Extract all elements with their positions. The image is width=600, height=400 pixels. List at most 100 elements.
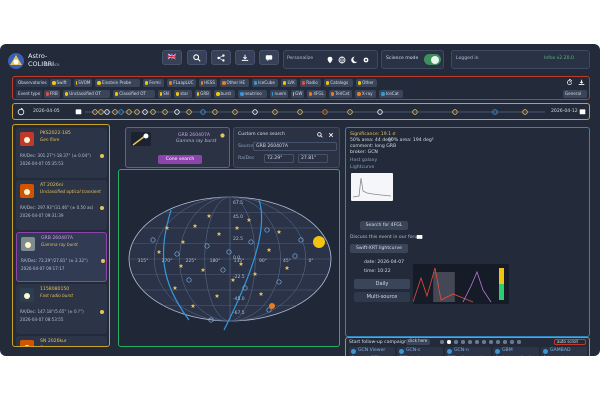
- sky-map-canvas[interactable]: 315° 270° 225° 180° 135° 90° 45° 0°67.545.022.5…: [119, 170, 341, 348]
- pager-dot[interactable]: [454, 340, 458, 344]
- pager-dot[interactable]: [510, 340, 514, 344]
- close-icon[interactable]: [328, 132, 334, 138]
- general-button[interactable]: General: [563, 90, 587, 98]
- event-type-chip[interactable]: TeVCat: [328, 90, 353, 98]
- observatory-chip[interactable]: SVOM: [74, 79, 93, 87]
- app-logo[interactable]: Astro-COLIBRI Science: [6, 49, 66, 73]
- event-type-chip[interactable]: 4FGL: [307, 90, 326, 98]
- science-mode-toggle[interactable]: [424, 54, 441, 65]
- calendar-start-icon[interactable]: [75, 108, 82, 115]
- timeline-end-date[interactable]: 2026-04-12: [551, 109, 578, 115]
- error-90-text: 90% area: 194 deg²: [388, 138, 434, 143]
- campaign-card[interactable]: GBMAnalysis results ofFermi-GBM: [493, 347, 539, 356]
- timeline-track[interactable]: [85, 105, 545, 119]
- event-card[interactable]: 1158080150 Fast radio burst RA/Dec: 147.18…: [16, 284, 107, 334]
- observatory-chip[interactable]: LVK: [281, 79, 297, 87]
- observatory-chip[interactable]: Catalogs: [323, 79, 353, 87]
- visibility-plot[interactable]: [412, 264, 509, 304]
- campaign-card[interactable]: GAMBADAstronomicalDatabase: [541, 347, 587, 356]
- observatory-chip[interactable]: Swift: [50, 79, 71, 87]
- event-type-chip[interactable]: star: [173, 90, 193, 98]
- moon-icon[interactable]: [350, 56, 358, 64]
- download-button[interactable]: [235, 50, 255, 65]
- chat-button[interactable]: [259, 50, 279, 65]
- event-type-chip[interactable]: burst: [214, 90, 235, 98]
- share-button[interactable]: [211, 50, 231, 65]
- search-button[interactable]: [187, 50, 207, 65]
- globe-icon[interactable]: [338, 56, 346, 64]
- timeline[interactable]: 2026-04-05 2026-04-12: [12, 103, 590, 120]
- language-button[interactable]: 🇬🇧: [162, 50, 182, 65]
- sky-map[interactable]: 315° 270° 225° 180° 135° 90° 45° 0° 67.5 45.0 22.5…: [118, 169, 340, 347]
- multi-source-button[interactable]: Multi-source: [354, 292, 410, 302]
- ra-field[interactable]: 72.29°: [264, 154, 294, 163]
- observatory-chip[interactable]: FLaapLUC: [166, 79, 196, 87]
- selected-event-marker[interactable]: [269, 303, 275, 309]
- pager-dot[interactable]: [517, 340, 521, 344]
- pager-dot[interactable]: [496, 340, 500, 344]
- star-icon[interactable]: [101, 259, 105, 263]
- event-type: Fast radio burst: [40, 293, 73, 298]
- broker-text: broker: GCN: [350, 150, 378, 155]
- timeline-start-date[interactable]: 2026-04-05: [33, 109, 60, 115]
- search-cone-icon[interactable]: [317, 132, 323, 138]
- refresh-icon[interactable]: [566, 79, 573, 86]
- campaign-card[interactable]: GCN-nGCN notices: rapidalert message: [445, 347, 491, 356]
- observatory-chip[interactable]: Other HE: [220, 79, 249, 87]
- event-type-chip[interactable]: GW: [291, 90, 305, 98]
- observatory-chip[interactable]: Radio: [299, 79, 321, 87]
- campaign-card[interactable]: GCN-cGCN circularsannouncements of: [397, 347, 443, 356]
- event-type-chip[interactable]: Classified OT: [112, 90, 155, 98]
- auto-scroll-toggle[interactable]: auto scroll: [554, 339, 586, 345]
- calendar-end-icon[interactable]: [579, 108, 586, 115]
- event-type-chip[interactable]: SN: [157, 90, 171, 98]
- observatory-chip[interactable]: Einstein Probe: [95, 79, 140, 87]
- pager-dot[interactable]: [440, 340, 444, 344]
- pager-dot[interactable]: [482, 340, 486, 344]
- click-here-button[interactable]: click here: [406, 338, 430, 345]
- event-type-chip[interactable]: FRB: [44, 90, 60, 98]
- event-card[interactable]: AT 2026nl Unclassified optical transient R…: [16, 180, 107, 230]
- observatory-chip[interactable]: HESS: [198, 79, 217, 87]
- gear-icon[interactable]: [362, 56, 370, 64]
- observatory-chip[interactable]: Other: [355, 79, 377, 87]
- star-icon[interactable]: [100, 206, 104, 210]
- source-field[interactable]: GRB 260407A: [253, 142, 337, 151]
- observatory-chip[interactable]: Fermi: [142, 79, 164, 87]
- status-dot-icon: [114, 92, 119, 96]
- event-type-chip[interactable]: X-ray: [355, 90, 377, 98]
- download-filter-icon[interactable]: [578, 79, 585, 86]
- dec-field[interactable]: 27.81°: [298, 154, 328, 163]
- error-50-text: 50% area: 44 deg²: [350, 138, 393, 143]
- event-card[interactable]: SN 2026kurSupernova: [16, 336, 107, 346]
- pager-dot[interactable]: [447, 340, 451, 344]
- event-card[interactable]: PKS2022-185 Gen flare RA/Dec: 301.27°/-18.…: [16, 128, 107, 178]
- event-type-button[interactable]: Event type: [16, 90, 43, 98]
- observatory-chip[interactable]: IceCube: [251, 79, 278, 87]
- pager-dot[interactable]: [468, 340, 472, 344]
- refresh-timeline-icon[interactable]: [17, 108, 25, 116]
- cone-search-button[interactable]: Cone search: [158, 155, 202, 164]
- pager-dot[interactable]: [475, 340, 479, 344]
- search-4fgl-button[interactable]: Search for 4FGL: [360, 221, 408, 230]
- observatories-button[interactable]: Observatories: [16, 79, 49, 87]
- forum-text: Discuss this event in our forum:: [350, 235, 424, 240]
- event-type-chip[interactable]: GRB: [195, 90, 211, 98]
- event-type-chip[interactable]: Unclassified OT: [62, 90, 110, 98]
- daily-button[interactable]: Daily: [354, 279, 410, 289]
- forum-icon[interactable]: [416, 234, 423, 241]
- pin-icon[interactable]: [219, 132, 226, 139]
- event-type-chip[interactable]: neutrino: [238, 90, 267, 98]
- swift-lightcurve-button[interactable]: Swift-XRT lightcurve: [350, 244, 408, 253]
- pager-dot[interactable]: [503, 340, 507, 344]
- star-icon[interactable]: [100, 154, 104, 158]
- star-icon[interactable]: [100, 310, 104, 314]
- location-icon[interactable]: [326, 56, 334, 64]
- event-type-chip[interactable]: IceCat: [379, 90, 403, 98]
- event-type-chip[interactable]: nuem: [269, 90, 289, 98]
- lightcurve-plot[interactable]: [351, 173, 393, 201]
- event-card[interactable]: GRB 260407A Gamma ray burst RA/Dec: 72.29°…: [16, 232, 107, 282]
- pager-dot[interactable]: [489, 340, 493, 344]
- pager-dot[interactable]: [461, 340, 465, 344]
- campaign-card[interactable]: GCN ViewerAccess to GCNnotices and: [349, 347, 395, 356]
